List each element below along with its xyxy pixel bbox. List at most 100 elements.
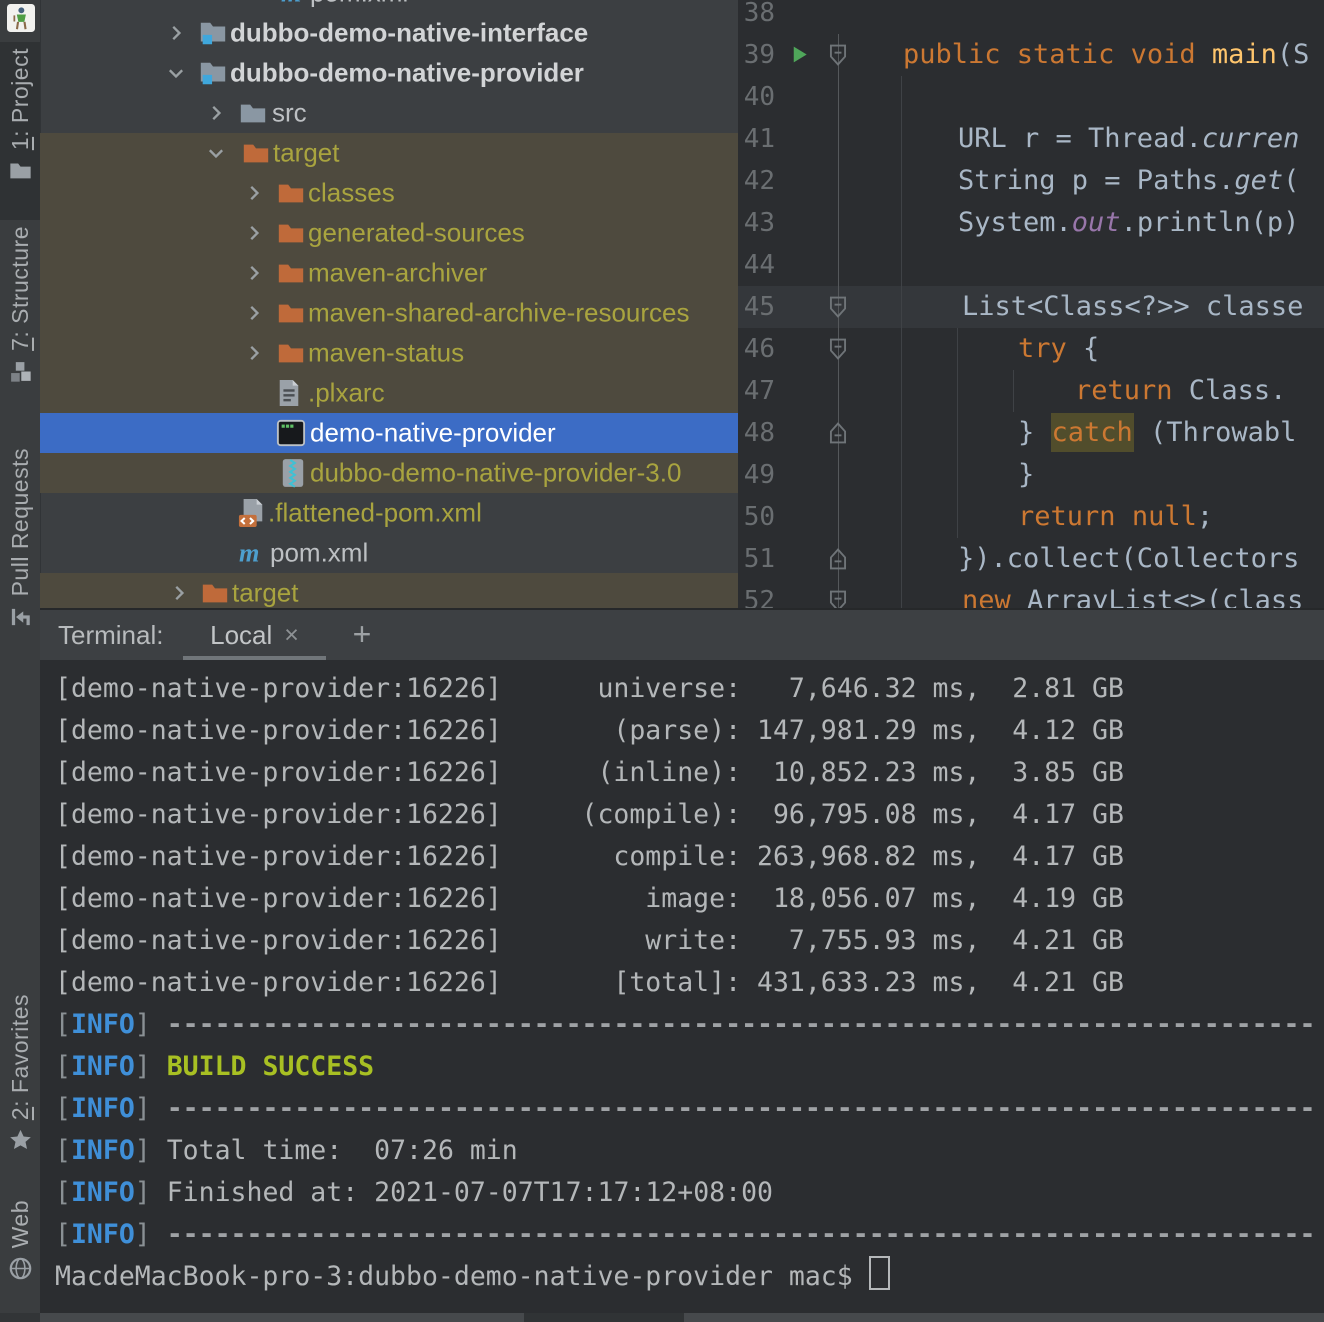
chevron-right-icon[interactable] [165, 22, 187, 44]
chevron-down-icon[interactable] [205, 142, 227, 164]
line-number: 46 [738, 328, 775, 370]
close-tab-icon[interactable]: × [284, 621, 299, 650]
chevron-right-icon[interactable] [243, 342, 265, 364]
tree-row-label: dubbo-demo-native-interface [230, 18, 588, 49]
tree-row-label: classes [308, 178, 395, 209]
tree-row--plxarc[interactable]: .plxarc [40, 373, 738, 413]
run-icon[interactable] [788, 43, 811, 66]
tree-row-label: generated-sources [308, 218, 525, 249]
tree-row-generated-sources[interactable]: generated-sources [40, 213, 738, 253]
line-number: 50 [738, 496, 775, 538]
folder-orange-icon [276, 338, 306, 368]
tree-row-maven-status[interactable]: maven-status [40, 333, 738, 373]
stripe-button-project[interactable]: 1: Project [0, 48, 40, 220]
terminal-line: [demo-native-provider:16226] compile: 26… [55, 836, 1324, 878]
horizontal-scrollbar-thumb[interactable] [524, 1313, 684, 1322]
line-number: 45 [738, 286, 775, 328]
chevron-right-icon[interactable] [168, 582, 190, 604]
tree-row-dubbo-demo-native-interface[interactable]: dubbo-demo-native-interface [40, 13, 738, 53]
terminal-line: [INFO] Finished at: 2021-07-07T17:17:12+… [55, 1172, 1324, 1214]
chevron-right-icon[interactable] [205, 102, 227, 124]
line-number: 40 [738, 76, 775, 118]
terminal-line: [demo-native-provider:16226] (parse): 14… [55, 710, 1324, 752]
chevron-right-icon[interactable] [243, 222, 265, 244]
horizontal-scrollbar[interactable] [40, 1313, 1324, 1322]
fold-open-icon[interactable] [828, 44, 848, 66]
stripe-button-web[interactable]: Web [0, 1200, 40, 1300]
chevron-right-icon[interactable] [243, 182, 265, 204]
chevron-right-icon[interactable] [243, 262, 265, 284]
line-number: 44 [738, 244, 775, 286]
stripe-button-label: Web [7, 1200, 34, 1248]
tree-row-maven-shared-archive-resources[interactable]: maven-shared-archive-resources [40, 293, 738, 333]
terminal-title: Terminal: [58, 610, 163, 660]
stripe-corner [0, 1313, 40, 1322]
stripe-button-label: Pull Requests [7, 448, 34, 596]
project-tree-panel: mpom.xml dubbo-demo-native-interface dubbo… [40, 0, 738, 608]
terminal-line: [demo-native-provider:16226] (compile): … [55, 794, 1324, 836]
ide-window: 1: Project 7: Structure Pull Requests 2: Fa… [0, 0, 1324, 1322]
code-line-43: System.out.println(p) [865, 202, 1324, 244]
tree-row-dubbo-demo-native-provider-3-0[interactable]: dubbo-demo-native-provider-3.0 [40, 453, 738, 493]
tree-row--flattened-pom-xml[interactable]: .flattened-pom.xml [40, 493, 738, 533]
line-number: 48 [738, 412, 775, 454]
tree-row-dubbo-demo-native-provider[interactable]: dubbo-demo-native-provider [40, 53, 738, 93]
tree-row-label: src [272, 98, 307, 129]
line-number: 47 [738, 370, 775, 412]
tree-row-pom-xml[interactable]: mpom.xml [40, 0, 738, 13]
tree-row-label: target [273, 138, 340, 169]
new-terminal-tab-button[interactable]: + [340, 610, 384, 660]
module-folder-icon [198, 58, 228, 88]
tree-row-src[interactable]: src [40, 93, 738, 133]
tree-row-demo-native-provider[interactable]: demo-native-provider [40, 413, 738, 453]
line-number: 51 [738, 538, 775, 580]
stripe-button-label: 7: Structure [7, 226, 34, 351]
chevron-right-icon[interactable] [243, 302, 265, 324]
terminal-line: [INFO] ---------------------------------… [55, 1214, 1324, 1256]
fold-open-icon[interactable] [828, 338, 848, 360]
terminal-line: [demo-native-provider:16226] image: 18,0… [55, 878, 1324, 920]
code-line-40 [865, 76, 1324, 118]
line-number: 43 [738, 202, 775, 244]
terminal-tab-local[interactable]: Local × [183, 610, 326, 660]
tree-row-classes[interactable]: classes [40, 173, 738, 213]
code-line-51: }).collect(Collectors [865, 538, 1324, 580]
tree-row-label: maven-status [308, 338, 464, 369]
zip-icon [280, 458, 306, 488]
terminal-line: [INFO] BUILD SUCCESS [55, 1046, 1324, 1088]
terminal-line: [INFO] ---------------------------------… [55, 1004, 1324, 1046]
globe-icon [8, 1256, 33, 1281]
stripe-button-pull-requests[interactable]: Pull Requests [0, 448, 40, 648]
fold-end-icon[interactable] [828, 422, 848, 444]
stripe-button-favorites[interactable]: 2: Favorites [0, 994, 40, 1174]
doc-icon [276, 378, 302, 408]
tree-row-maven-archiver[interactable]: maven-archiver [40, 253, 738, 293]
tree-row-label: .plxarc [308, 378, 385, 409]
terminal-output[interactable]: [demo-native-provider:16226] universe: 7… [40, 660, 1324, 1315]
terminal-header: Terminal: Local × + [40, 610, 1324, 660]
terminal-tab-label: Local [210, 620, 272, 651]
terminal-line: [demo-native-provider:16226] universe: 7… [55, 668, 1324, 710]
tree-row-label: maven-shared-archive-resources [308, 298, 689, 329]
terminal-file-icon [276, 418, 306, 448]
fold-open-icon[interactable] [828, 296, 848, 318]
code-line-49: } [865, 454, 1324, 496]
fold-end-icon[interactable] [828, 548, 848, 570]
tree-row-pom-xml[interactable]: mpom.xml [40, 533, 738, 573]
tree-row-label: dubbo-demo-native-provider [230, 58, 584, 89]
tree-row-target[interactable]: target [40, 573, 738, 608]
stripe-button-structure[interactable]: 7: Structure [0, 226, 40, 384]
terminal-line: [demo-native-provider:16226] [total]: 43… [55, 962, 1324, 1004]
code-line-48: } catch (Throwabl [865, 412, 1324, 454]
stripe-button-label: 2: Favorites [7, 994, 34, 1120]
code-line-38 [865, 0, 1324, 34]
tree-row-target[interactable]: target [40, 133, 738, 173]
line-number: 49 [738, 454, 775, 496]
chevron-down-icon[interactable] [165, 62, 187, 84]
line-number: 39 [738, 34, 775, 76]
code-editor[interactable]: 3839public static void main(S4041URL r =… [738, 0, 1324, 608]
fold-open-icon[interactable] [828, 590, 848, 608]
terminal-line: [INFO] ---------------------------------… [55, 1088, 1324, 1130]
terminal-line: MacdeMacBook-pro-3:dubbo-demo-native-pro… [55, 1256, 1324, 1298]
code-line-47: return Class. [865, 370, 1324, 412]
